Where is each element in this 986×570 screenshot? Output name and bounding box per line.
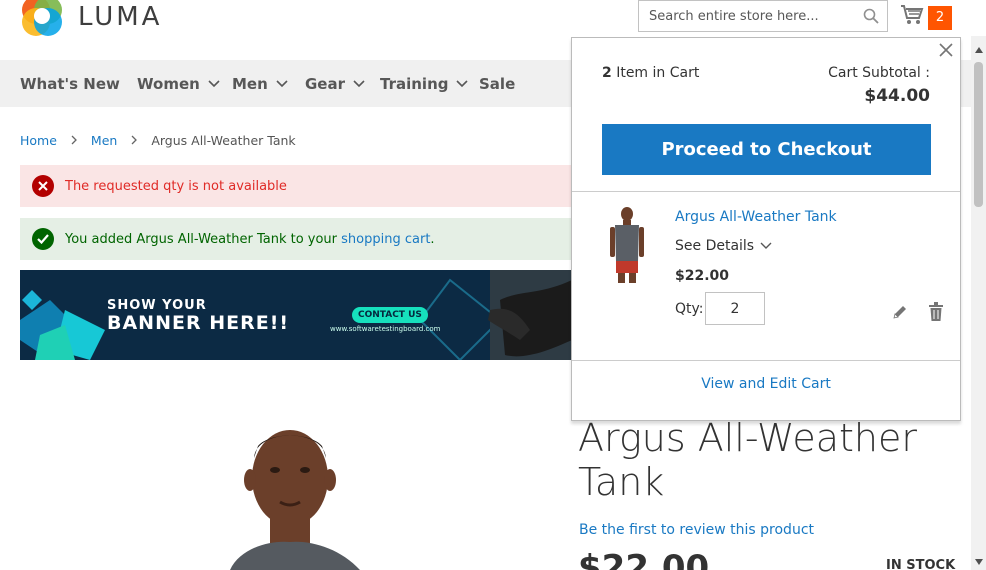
stock-status: IN STOCK [886, 558, 956, 570]
success-message-text: You added Argus All-Weather Tank to your… [65, 232, 435, 247]
nav-item-training[interactable]: Training [380, 74, 469, 93]
promo-banner[interactable]: SHOW YOUR BANNER HERE!! CONTACT US www.s… [20, 270, 572, 360]
scrollbar-thumb[interactable] [974, 62, 983, 207]
cart-item-name[interactable]: Argus All-Weather Tank [675, 209, 837, 225]
success-message: You added Argus All-Weather Tank to your… [20, 218, 580, 260]
cart-icon [900, 4, 924, 31]
cart-item-price: $22.00 [675, 268, 730, 284]
edit-pencil-icon[interactable] [892, 304, 908, 325]
product-image[interactable] [220, 418, 420, 570]
see-details-toggle[interactable]: See Details [675, 238, 772, 254]
success-message-prefix: You added Argus All-Weather Tank to your [65, 231, 342, 247]
review-link[interactable]: Be the first to review this product [579, 522, 814, 538]
items-in-cart-text: Item in Cart [611, 65, 700, 81]
nav-item-label: Men [232, 75, 268, 93]
breadcrumb-home[interactable]: Home [20, 133, 57, 148]
close-icon[interactable] [938, 42, 954, 58]
page-scrollbar[interactable] [971, 36, 986, 570]
divider [572, 191, 960, 192]
banner-graphic [20, 270, 572, 360]
chevron-down-icon [353, 74, 365, 92]
nav-item-men[interactable]: Men [232, 75, 288, 93]
subtotal-label: Cart Subtotal : [828, 65, 930, 81]
search-input[interactable] [649, 8, 849, 24]
view-and-edit-cart-link[interactable]: View and Edit Cart [572, 376, 960, 392]
nav-item-label: What's New [20, 75, 120, 93]
scroll-down-arrow-icon[interactable] [975, 552, 983, 570]
nav-item-sale[interactable]: Sale [479, 75, 515, 93]
breadcrumb-men[interactable]: Men [91, 133, 117, 148]
logo-text: LUMA [78, 2, 163, 32]
items-in-cart: 2 Item in Cart [602, 65, 699, 81]
cart-count-badge: 2 [928, 5, 952, 30]
banner-url: www.softwaretestingboard.com [330, 325, 441, 333]
product-price: $22.00 [578, 548, 710, 570]
product-title: Argus All-Weather Tank [578, 416, 917, 504]
error-message-text: The requested qty is not available [65, 178, 287, 194]
chevron-down-icon [276, 74, 288, 92]
breadcrumb: Home Men Argus All-Weather Tank [20, 133, 296, 148]
search-box[interactable] [638, 0, 888, 32]
contact-us-button[interactable]: CONTACT US [352, 307, 428, 323]
chevron-right-icon [71, 133, 77, 148]
success-message-suffix: . [430, 231, 435, 247]
scroll-up-arrow-icon[interactable] [975, 40, 983, 58]
nav-item-label: Sale [479, 75, 516, 93]
banner-title-line2: BANNER HERE!! [107, 312, 290, 334]
banner-title-line1: SHOW YOUR [107, 298, 207, 313]
see-details-label: See Details [675, 238, 755, 254]
chevron-down-icon [456, 74, 469, 92]
nav-item-label: Gear [305, 75, 346, 93]
subtotal-value: $44.00 [864, 86, 930, 106]
trash-icon[interactable] [928, 302, 944, 327]
chevron-down-icon [760, 238, 772, 254]
chevron-down-icon [208, 74, 220, 92]
qty-label: Qty: [675, 301, 704, 317]
minicart-dropdown: 2 Item in Cart Cart Subtotal : $44.00 Pr… [571, 37, 961, 421]
checkmark-icon [32, 228, 54, 250]
error-message: The requested qty is not available [20, 165, 580, 207]
chevron-right-icon [131, 133, 138, 148]
cart-item-image[interactable] [602, 205, 652, 283]
proceed-to-checkout-button[interactable]: Proceed to Checkout [602, 124, 931, 175]
error-icon [32, 175, 54, 197]
breadcrumb-current: Argus All-Weather Tank [151, 133, 296, 148]
minicart-button[interactable]: 2 [900, 4, 952, 31]
nav-item-whats-new[interactable]: What's New [20, 75, 120, 93]
nav-item-label: Women [137, 75, 200, 93]
items-in-cart-number: 2 [602, 65, 612, 81]
nav-item-women[interactable]: Women [137, 75, 220, 93]
luma-logo-icon [20, 0, 64, 38]
nav-item-label: Training [380, 75, 449, 93]
shopping-cart-link[interactable]: shopping cart [341, 232, 430, 247]
luma-logo[interactable]: LUMA [20, 0, 162, 38]
divider [572, 360, 960, 361]
nav-item-gear[interactable]: Gear [305, 75, 365, 93]
search-icon[interactable] [863, 8, 879, 29]
qty-input[interactable] [705, 292, 765, 325]
